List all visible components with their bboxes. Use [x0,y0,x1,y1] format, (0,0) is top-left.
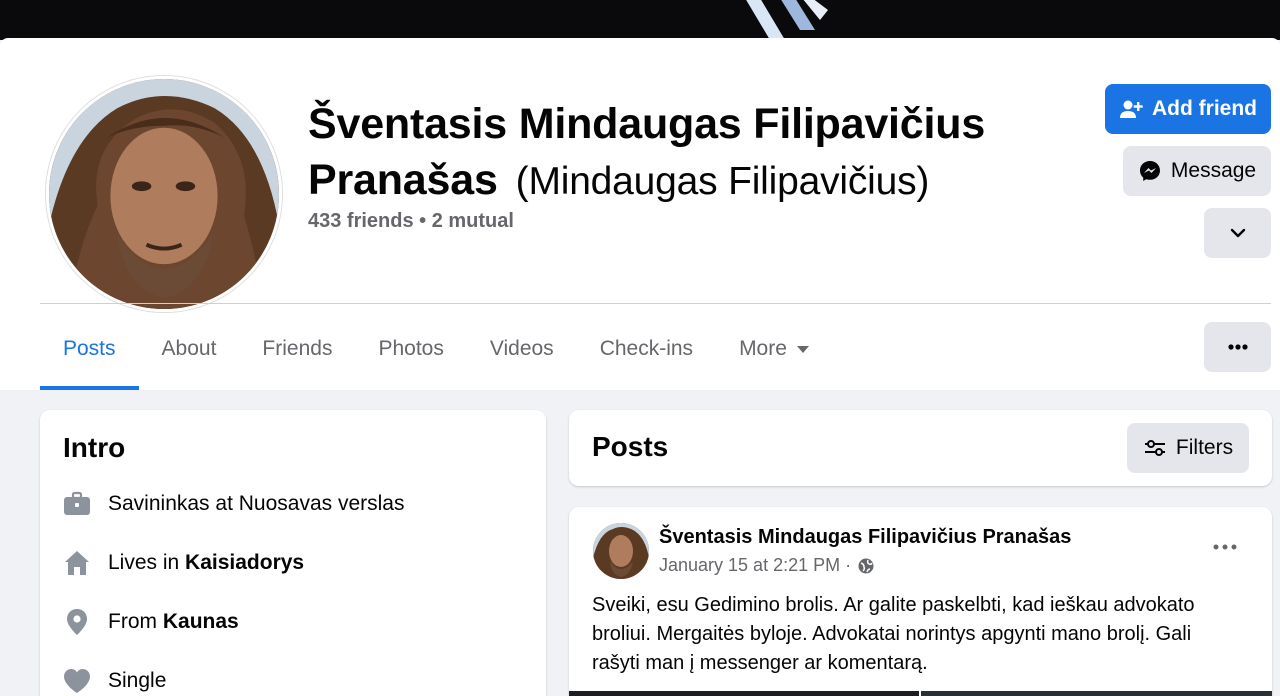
tab-label: Posts [63,337,116,360]
chevron-down-icon [1228,223,1248,243]
heart-icon [62,666,92,696]
tabs-overflow-button[interactable] [1204,322,1271,372]
ellipsis-icon [1227,343,1249,351]
intro-item-work: Savininkas at Nuosavas verslas [62,489,404,519]
post-timestamp[interactable]: January 15 at 2:21 PM · [659,555,851,576]
tab-check-ins[interactable]: Check-ins [577,308,716,390]
intro-card: Intro Savininkas at Nuosavas verslas Liv… [40,410,546,696]
intro-item-lives-in: Lives in Kaisiadorys [62,548,304,578]
person-plus-icon [1119,97,1143,121]
cover-photo[interactable] [0,0,1280,40]
post-image[interactable] [921,691,1272,696]
sliders-icon [1143,436,1167,460]
profile-more-button[interactable] [1204,208,1271,258]
tab-posts[interactable]: Posts [40,308,139,390]
profile-alternate-name: (Mindaugas Filipavičius) [515,160,930,203]
intro-item-from: From Kaunas [62,607,239,637]
tab-label: Photos [378,337,444,360]
post-meta: January 15 at 2:21 PM · [659,555,875,576]
tab-label: Check-ins [599,337,694,360]
post-options-button[interactable] [1209,535,1241,559]
post-body-text: Sveiki, esu Gedimino brolis. Ar galite p… [592,594,1195,674]
profile-name-block: Šventasis Mindaugas Filipavičius Pranaša… [308,96,1088,210]
tab-videos[interactable]: Videos [467,308,577,390]
intro-item-prefix: Lives in [108,551,180,574]
intro-item-link[interactable]: Kaunas [163,610,239,634]
intro-item-relationship: Single [62,666,166,696]
tab-friends[interactable]: Friends [239,308,355,390]
home-icon [62,548,92,578]
message-button[interactable]: Message [1123,146,1271,196]
location-pin-icon [62,607,92,637]
intro-item-text: Single [108,669,167,692]
cover-graphic [746,0,828,40]
post-author-name[interactable]: Šventasis Mindaugas Filipavičius Pranaša… [659,526,1071,549]
tab-label: More [739,337,787,360]
message-label: Message [1170,159,1257,182]
globe-icon [857,557,875,575]
messenger-icon [1138,159,1162,183]
filters-label: Filters [1175,436,1234,459]
tab-about[interactable]: About [139,308,240,390]
intro-item-prefix: From [108,610,157,633]
profile-header: Šventasis Mindaugas Filipavičius Pranaša… [0,38,1280,390]
tab-more[interactable]: More [716,308,832,390]
header-divider [40,303,1271,304]
briefcase-icon [62,489,92,519]
intro-item-text: Savininkas at Nuosavas verslas [108,492,405,515]
post-author-avatar[interactable] [593,523,649,579]
posts-header-card: Posts Filters [569,410,1272,486]
posts-title: Posts [592,431,669,462]
intro-item-link[interactable]: Kaisiadorys [185,551,304,575]
tab-photos[interactable]: Photos [355,308,466,390]
tab-label: Friends [262,337,333,360]
ellipsis-icon [1213,544,1237,550]
post-card: Šventasis Mindaugas Filipavičius Pranaša… [569,507,1272,696]
friends-count[interactable]: 433 friends • 2 mutual [308,210,514,233]
filters-button[interactable]: Filters [1127,423,1249,473]
add-friend-label: Add friend [1152,97,1257,120]
profile-tabs: Posts About Friends Photos Videos Check-… [40,308,832,390]
intro-title: Intro [63,432,126,463]
caret-down-icon [796,345,809,353]
add-friend-button[interactable]: Add friend [1105,84,1271,134]
tab-label: About [161,337,217,360]
profile-avatar[interactable] [46,76,282,312]
post-image[interactable] [569,691,919,696]
tab-label: Videos [489,337,554,360]
